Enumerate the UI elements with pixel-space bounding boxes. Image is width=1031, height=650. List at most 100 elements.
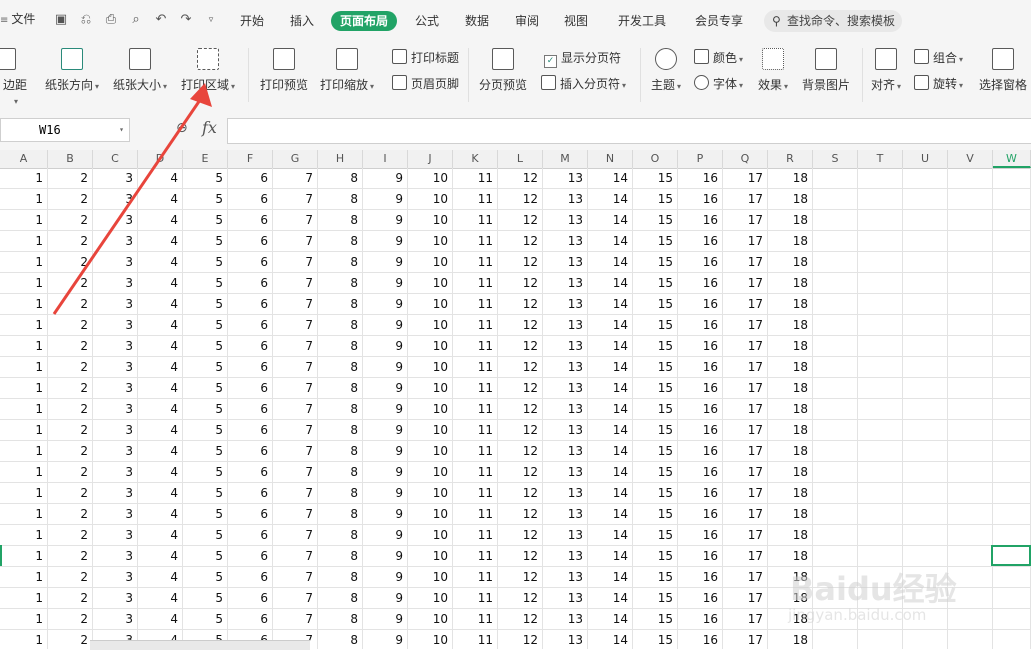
- cell[interactable]: 5: [183, 210, 228, 231]
- cell[interactable]: 3: [93, 567, 138, 588]
- cell[interactable]: 8: [318, 609, 363, 630]
- cell[interactable]: [903, 483, 948, 504]
- cell[interactable]: 12: [498, 567, 543, 588]
- cell[interactable]: 17: [723, 336, 768, 357]
- cell[interactable]: 12: [498, 525, 543, 546]
- cell[interactable]: 12: [498, 273, 543, 294]
- cell[interactable]: 9: [363, 378, 408, 399]
- cell[interactable]: 15: [633, 609, 678, 630]
- cell[interactable]: 10: [408, 336, 453, 357]
- cell[interactable]: 1: [0, 588, 48, 609]
- cell[interactable]: 15: [633, 504, 678, 525]
- cell[interactable]: 5: [183, 504, 228, 525]
- cell[interactable]: [993, 399, 1031, 420]
- cell[interactable]: 1: [0, 420, 48, 441]
- print-scale-button[interactable]: 打印缩放 ▾: [318, 48, 376, 93]
- cell[interactable]: 15: [633, 462, 678, 483]
- cell[interactable]: 4: [138, 483, 183, 504]
- cell[interactable]: [948, 441, 993, 462]
- column-header-o[interactable]: O: [633, 150, 678, 168]
- cell[interactable]: 16: [678, 168, 723, 189]
- cell[interactable]: 6: [228, 231, 273, 252]
- cell[interactable]: [813, 420, 858, 441]
- cell[interactable]: 7: [273, 504, 318, 525]
- cell[interactable]: 7: [273, 441, 318, 462]
- cell[interactable]: 13: [543, 504, 588, 525]
- cell[interactable]: 6: [228, 189, 273, 210]
- cell[interactable]: 5: [183, 441, 228, 462]
- cell[interactable]: [948, 399, 993, 420]
- cell[interactable]: 10: [408, 483, 453, 504]
- cell[interactable]: 13: [543, 483, 588, 504]
- column-header-i[interactable]: I: [363, 150, 408, 168]
- cell[interactable]: [993, 588, 1031, 609]
- cell[interactable]: 5: [183, 168, 228, 189]
- cell[interactable]: 10: [408, 168, 453, 189]
- cell[interactable]: 10: [408, 294, 453, 315]
- cell[interactable]: 6: [228, 273, 273, 294]
- cell[interactable]: 9: [363, 525, 408, 546]
- cell[interactable]: [948, 168, 993, 189]
- cell[interactable]: 15: [633, 483, 678, 504]
- cell[interactable]: 17: [723, 588, 768, 609]
- cell[interactable]: [858, 378, 903, 399]
- cell[interactable]: 7: [273, 588, 318, 609]
- cell[interactable]: 14: [588, 588, 633, 609]
- cell[interactable]: 5: [183, 609, 228, 630]
- cell[interactable]: 14: [588, 630, 633, 649]
- cell[interactable]: [813, 441, 858, 462]
- cell[interactable]: 14: [588, 336, 633, 357]
- cell[interactable]: 2: [48, 315, 93, 336]
- cell[interactable]: 13: [543, 609, 588, 630]
- cell[interactable]: 10: [408, 210, 453, 231]
- cell[interactable]: 10: [408, 630, 453, 649]
- tab-7[interactable]: 开发工具: [618, 11, 666, 31]
- cell[interactable]: 11: [453, 420, 498, 441]
- cell[interactable]: 17: [723, 441, 768, 462]
- cell[interactable]: 2: [48, 378, 93, 399]
- cell[interactable]: 14: [588, 378, 633, 399]
- cell[interactable]: 16: [678, 441, 723, 462]
- cell[interactable]: 2: [48, 588, 93, 609]
- cell[interactable]: 16: [678, 357, 723, 378]
- cell[interactable]: 11: [453, 189, 498, 210]
- cell[interactable]: [858, 168, 903, 189]
- cell[interactable]: 13: [543, 294, 588, 315]
- cell[interactable]: 17: [723, 357, 768, 378]
- cell[interactable]: 13: [543, 336, 588, 357]
- cell[interactable]: 11: [453, 609, 498, 630]
- cell[interactable]: 2: [48, 546, 93, 567]
- cell[interactable]: 2: [48, 483, 93, 504]
- cell[interactable]: [903, 210, 948, 231]
- cell[interactable]: 1: [0, 168, 48, 189]
- cell[interactable]: 18: [768, 399, 813, 420]
- cell[interactable]: 16: [678, 462, 723, 483]
- cell[interactable]: 16: [678, 588, 723, 609]
- cell[interactable]: 2: [48, 189, 93, 210]
- cell[interactable]: 4: [138, 231, 183, 252]
- cell[interactable]: 7: [273, 357, 318, 378]
- cell[interactable]: 10: [408, 588, 453, 609]
- cell[interactable]: 14: [588, 609, 633, 630]
- cell[interactable]: 7: [273, 294, 318, 315]
- cell[interactable]: 11: [453, 168, 498, 189]
- cell[interactable]: 5: [183, 231, 228, 252]
- column-header-m[interactable]: M: [543, 150, 588, 168]
- cell[interactable]: 14: [588, 399, 633, 420]
- cell[interactable]: 9: [363, 168, 408, 189]
- cell[interactable]: 4: [138, 399, 183, 420]
- cell[interactable]: 16: [678, 504, 723, 525]
- cell[interactable]: 4: [138, 462, 183, 483]
- cell[interactable]: 6: [228, 567, 273, 588]
- cell[interactable]: 3: [93, 168, 138, 189]
- cell[interactable]: [858, 315, 903, 336]
- cell[interactable]: 17: [723, 546, 768, 567]
- cell[interactable]: 7: [273, 525, 318, 546]
- cell[interactable]: [948, 462, 993, 483]
- cell[interactable]: [903, 231, 948, 252]
- column-header-b[interactable]: B: [48, 150, 93, 168]
- cell[interactable]: [993, 441, 1031, 462]
- cell[interactable]: 2: [48, 399, 93, 420]
- cell[interactable]: 12: [498, 441, 543, 462]
- cell[interactable]: 4: [138, 294, 183, 315]
